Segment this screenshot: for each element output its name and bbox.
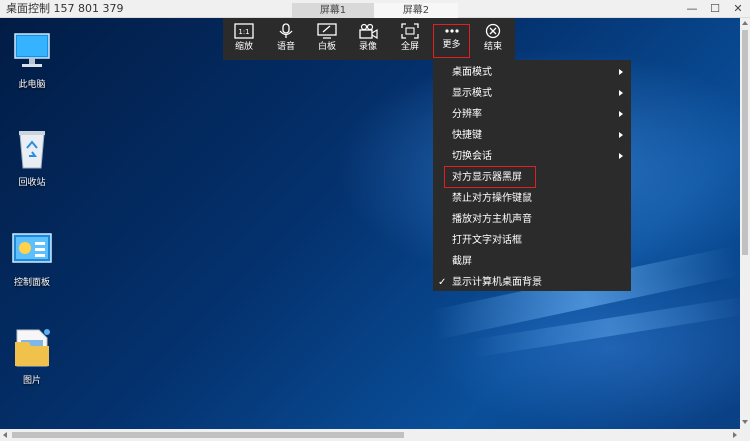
menu-item-label: 切换会话: [452, 151, 492, 162]
highlight-box: [444, 166, 536, 188]
fullscreen-button[interactable]: 全屏: [390, 18, 430, 60]
remote-toolbar: 1:1 缩放 语音 白板 录像 全屏 更多 结束: [223, 18, 515, 60]
close-circle-icon: [485, 23, 501, 39]
menu-item-label: 分辨率: [452, 109, 482, 120]
menu-item-text-chat[interactable]: 打开文字对话框: [433, 230, 631, 251]
menu-item-label: 播放对方主机声音: [452, 214, 532, 225]
horizontal-scrollbar[interactable]: [0, 429, 750, 441]
minimize-button[interactable]: —: [683, 1, 701, 17]
toolbar-label: 录像: [358, 42, 377, 52]
computer-icon: [9, 28, 55, 74]
menu-item-label: 显示模式: [452, 88, 492, 99]
title-bar: 桌面控制 157 801 379 屏幕1 屏幕2 — ☐ ✕: [0, 0, 750, 18]
toolbar-label: 全屏: [400, 42, 419, 52]
desktop-icon-control-panel[interactable]: 控制面板: [2, 226, 62, 288]
toolbar-label: 白板: [317, 42, 336, 52]
desktop-icon-label: 此电脑: [18, 80, 46, 90]
scroll-down-icon[interactable]: [742, 420, 748, 424]
end-session-button[interactable]: 结束: [473, 18, 513, 60]
menu-item-label: 快捷键: [452, 130, 482, 141]
horizontal-scroll-thumb[interactable]: [12, 432, 404, 438]
menu-item-desktop-mode[interactable]: 桌面模式: [433, 62, 631, 83]
whiteboard-button[interactable]: 白板: [307, 18, 347, 60]
submenu-arrow-icon: [619, 69, 623, 75]
tab-screen-2[interactable]: 屏幕2: [374, 3, 458, 18]
camera-icon: [359, 23, 378, 39]
scroll-up-icon[interactable]: [742, 21, 748, 25]
more-icon: [444, 29, 459, 33]
menu-item-label: 打开文字对话框: [452, 235, 522, 246]
menu-item-screenshot[interactable]: 截屏: [433, 251, 631, 272]
desktop-icon-label: 回收站: [18, 178, 46, 188]
toolbar-label: 结束: [483, 42, 502, 52]
folder-icon: [9, 324, 55, 370]
microphone-icon: [279, 23, 293, 38]
voice-button[interactable]: 语音: [266, 18, 306, 60]
menu-item-label: 桌面模式: [452, 67, 492, 78]
desktop-icon-pictures[interactable]: 图片: [2, 324, 62, 386]
vertical-scrollbar[interactable]: [740, 18, 750, 429]
submenu-arrow-icon: [619, 111, 623, 117]
menu-item-label: 禁止对方操作键鼠: [452, 193, 532, 204]
toolbar-label: 语音: [276, 42, 295, 52]
menu-item-block-input[interactable]: 禁止对方操作键鼠: [433, 188, 631, 209]
scroll-right-icon[interactable]: [733, 432, 737, 438]
zoom-button[interactable]: 1:1 缩放: [224, 18, 264, 60]
menu-item-show-wallpaper[interactable]: ✓ 显示计算机桌面背景: [433, 272, 631, 293]
menu-item-label: 显示计算机桌面背景: [452, 277, 542, 288]
menu-item-play-remote-audio[interactable]: 播放对方主机声音: [433, 209, 631, 230]
menu-item-switch-session[interactable]: 切换会话: [433, 146, 631, 167]
scroll-left-icon[interactable]: [3, 432, 7, 438]
menu-item-resolution[interactable]: 分辨率: [433, 104, 631, 125]
record-button[interactable]: 录像: [348, 18, 388, 60]
maximize-button[interactable]: ☐: [706, 1, 724, 17]
submenu-arrow-icon: [619, 90, 623, 96]
menu-item-display-mode[interactable]: 显示模式: [433, 83, 631, 104]
tab-screen-1[interactable]: 屏幕1: [292, 3, 374, 18]
fullscreen-icon: [401, 23, 419, 39]
menu-item-shortcuts[interactable]: 快捷键: [433, 125, 631, 146]
check-icon: ✓: [438, 277, 447, 288]
toolbar-label: 更多: [442, 40, 461, 50]
zoom-ratio-icon: 1:1: [234, 23, 254, 39]
submenu-arrow-icon: [619, 153, 623, 159]
desktop-icon-label: 控制面板: [13, 278, 50, 288]
menu-item-label: 截屏: [452, 256, 472, 267]
whiteboard-icon: [317, 23, 337, 39]
desktop-icon-this-pc[interactable]: 此电脑: [2, 28, 62, 90]
close-window-button[interactable]: ✕: [729, 1, 747, 17]
zoom-ratio-text: 1:1: [238, 28, 249, 36]
vertical-scroll-thumb[interactable]: [742, 30, 748, 255]
more-button[interactable]: 更多: [433, 24, 470, 58]
submenu-arrow-icon: [619, 132, 623, 138]
window-title: 桌面控制 157 801 379: [6, 2, 124, 15]
control-panel-icon: [9, 226, 55, 272]
toolbar-label: 缩放: [234, 42, 253, 52]
recycle-bin-icon: [9, 126, 55, 172]
desktop-icon-label: 图片: [22, 376, 41, 386]
desktop-icon-recycle-bin[interactable]: 回收站: [2, 126, 62, 188]
